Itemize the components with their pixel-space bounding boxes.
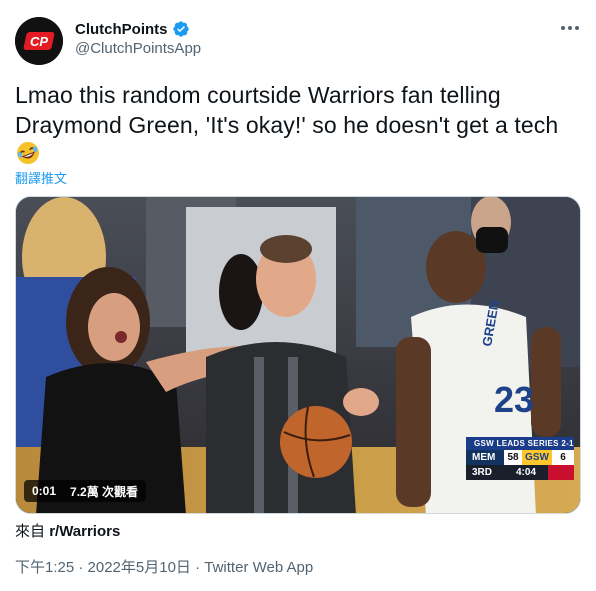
scorebug-accent <box>548 465 574 480</box>
game-clock: 4:04 <box>515 467 536 478</box>
tweet-text: Lmao this random courtside Warriors fan … <box>15 82 559 138</box>
author-handle[interactable]: @ClutchPointsApp <box>75 40 201 57</box>
svg-text:CP: CP <box>30 34 48 49</box>
author-name-row: ClutchPoints <box>75 20 190 38</box>
video-views: 7.2萬 次觀看 <box>70 484 139 499</box>
home-score: 58 <box>504 450 522 465</box>
scorebug: GSW LEADS SERIES 2-1 MEM 58 GSW 6 3RD 4:… <box>466 437 574 489</box>
verified-badge-icon <box>172 20 190 38</box>
source-subreddit-link[interactable]: r/Warriors <box>49 523 120 540</box>
away-score: 6 <box>552 450 574 465</box>
series-status: GSW LEADS SERIES 2-1 <box>466 437 574 450</box>
translate-tweet-link[interactable]: 翻譯推文 <box>15 168 67 187</box>
tweet-timestamp: 下午1:25 · 2022年5月10日 · Twitter Web App <box>15 556 313 577</box>
video-meta: 0:01 7.2萬 次觀看 <box>24 480 147 502</box>
home-team: MEM <box>466 450 504 465</box>
source-line: 來自 r/Warriors <box>15 520 120 541</box>
client-app-link[interactable]: Twitter Web App <box>204 559 313 576</box>
source-prefix: 來自 <box>15 523 46 540</box>
clutchpoints-logo-icon: CP <box>15 17 63 65</box>
away-team: GSW <box>522 450 552 465</box>
jersey-number: 23 <box>494 379 534 420</box>
game-period: 3RD <box>472 467 493 478</box>
timestamp-text[interactable]: 下午1:25 · 2022年5月10日 · <box>15 559 204 576</box>
rolling-laughing-emoji-icon <box>15 140 41 166</box>
video-player[interactable]: GREEN 23 0:01 7.2萬 次觀看 GSW LEADS SERIES … <box>15 196 581 514</box>
more-options-icon[interactable] <box>558 18 582 38</box>
video-duration: 0:01 <box>32 484 57 498</box>
avatar[interactable]: CP <box>15 17 63 65</box>
author-display-name[interactable]: ClutchPoints <box>75 21 168 38</box>
